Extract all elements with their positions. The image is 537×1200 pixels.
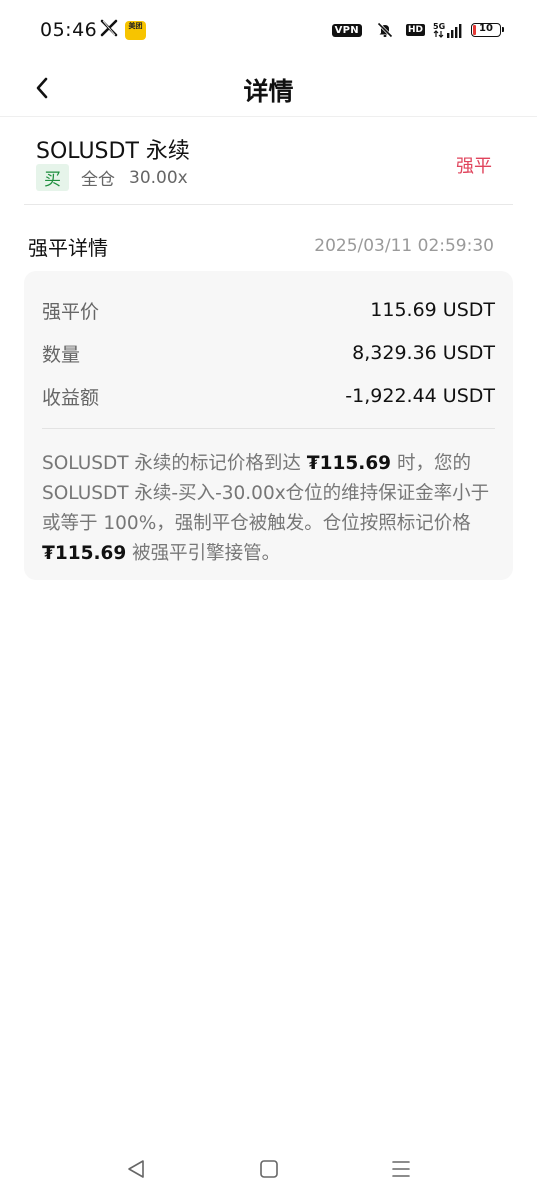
header-divider <box>24 204 513 205</box>
margin-mode: 全仓 <box>81 170 115 190</box>
desc-price-1: ₮115.69 <box>306 453 392 474</box>
hd-icon: HD <box>405 24 425 36</box>
svg-text:5G: 5G <box>433 22 445 31</box>
detail-row-liquidation-price: 强平价 115.69 USDT <box>42 295 495 325</box>
row-label: 强平价 <box>42 300 100 323</box>
desc-text-3: 被强平引擎接管。 <box>126 543 281 564</box>
row-value: 115.69 USDT <box>370 299 495 321</box>
battery-icon: 10 <box>471 23 504 37</box>
system-home-button[interactable] <box>254 1154 284 1184</box>
desc-text-1: SOLUSDT 永续的标记价格到达 <box>42 453 307 474</box>
status-time: 05:46 <box>40 19 98 41</box>
signal-icon: 5G <box>433 21 463 39</box>
desc-price-2: ₮115.69 <box>42 543 127 564</box>
system-recents-button[interactable] <box>386 1154 416 1184</box>
vpn-icon: VPN <box>331 23 362 37</box>
nav-bar: 详情 <box>0 60 537 117</box>
recents-menu-icon <box>392 1161 410 1177</box>
meituan-app-icon: 美团 <box>125 21 146 40</box>
system-back-button[interactable] <box>121 1154 151 1184</box>
row-label: 收益额 <box>42 386 100 409</box>
x-logo-icon <box>100 19 118 39</box>
side-badge: 买 <box>36 164 69 191</box>
leverage: 30.00x <box>129 167 188 188</box>
row-label: 数量 <box>42 343 81 366</box>
row-value: 8,329.36 USDT <box>352 342 495 364</box>
liquidation-status-tag: 强平 <box>456 156 492 177</box>
liquidation-description: SOLUSDT 永续的标记价格到达 ₮115.69 时，您的SOLUSDT 永续… <box>42 449 499 569</box>
back-triangle-icon <box>128 1160 144 1178</box>
liquidation-timestamp: 2025/03/11 02:59:30 <box>314 236 494 256</box>
card-divider <box>42 428 495 429</box>
detail-row-pnl: 收益额 -1,922.44 USDT <box>42 381 495 411</box>
contract-meta: 买 全仓 30.00x <box>36 164 188 191</box>
battery-cap <box>502 27 504 32</box>
status-bar: 05:46 美团 VPN HD 5G 10 <box>0 0 537 60</box>
page-title: 详情 <box>243 77 294 106</box>
battery-level: 10 <box>479 23 493 34</box>
row-value: -1,922.44 USDT <box>345 385 495 407</box>
system-nav-bar <box>0 1140 537 1200</box>
liquidation-detail-card: 强平价 115.69 USDT 数量 8,329.36 USDT 收益额 -1,… <box>24 271 513 580</box>
section-title: 强平详情 <box>28 236 108 260</box>
contract-name: SOLUSDT 永续 <box>36 139 190 164</box>
mute-icon <box>376 21 394 39</box>
status-indicators: VPN HD 5G 10 <box>331 20 504 40</box>
home-square-icon <box>260 1160 278 1178</box>
detail-row-quantity: 数量 8,329.36 USDT <box>42 338 495 368</box>
